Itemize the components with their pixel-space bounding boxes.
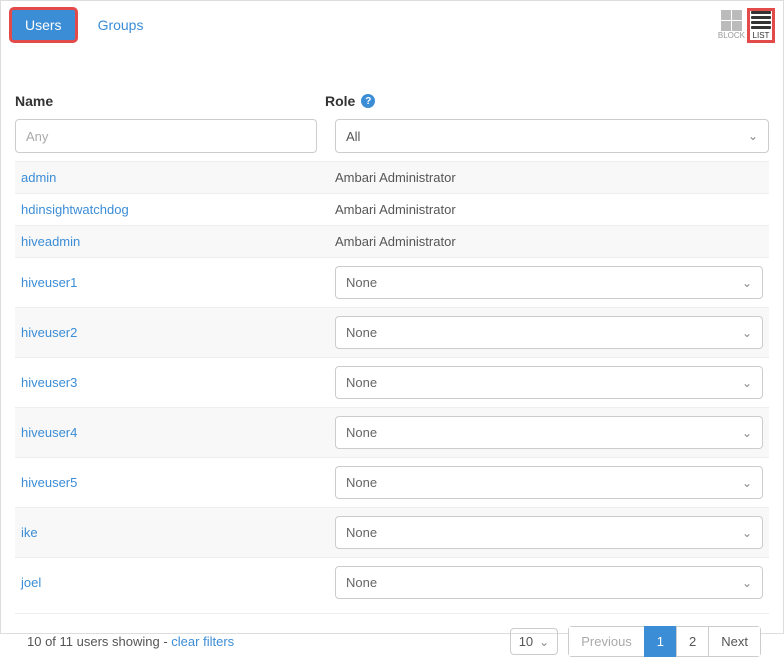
role-select[interactable]: None⌄ [335,316,763,349]
list-icon [751,11,771,31]
table-row: ikeNone⌄ [15,507,769,557]
role-text: Ambari Administrator [335,170,456,185]
user-link[interactable]: hiveuser3 [19,375,335,390]
chevron-down-icon: ⌄ [748,129,758,143]
column-header-name: Name [15,93,325,109]
pager-page-1[interactable]: 1 [644,626,677,657]
chevron-down-icon: ⌄ [742,376,752,390]
table-row: adminAmbari Administrator [15,161,769,193]
tab-groups[interactable]: Groups [84,9,158,41]
chevron-down-icon: ⌄ [742,576,752,590]
role-select[interactable]: None⌄ [335,266,763,299]
role-select[interactable]: None⌄ [335,566,763,599]
column-header-role: Role [325,93,355,109]
user-link[interactable]: hiveuser5 [19,475,335,490]
table-row: hiveuser3None⌄ [15,357,769,407]
user-link[interactable]: hiveuser2 [19,325,335,340]
pager-previous[interactable]: Previous [568,626,645,657]
role-select[interactable]: None⌄ [335,416,763,449]
filter-name-input[interactable] [15,119,317,153]
filter-role-select[interactable]: All ⌄ [335,119,769,153]
user-link[interactable]: hiveuser4 [19,425,335,440]
user-link[interactable]: hdinsightwatchdog [19,202,335,217]
clear-filters-link[interactable]: clear filters [171,634,234,649]
role-text: Ambari Administrator [335,202,456,217]
user-link[interactable]: hiveuser1 [19,275,335,290]
user-link[interactable]: ike [19,525,335,540]
tab-users[interactable]: Users [11,9,76,41]
table-row: hiveuser5None⌄ [15,457,769,507]
help-icon[interactable]: ? [361,94,375,108]
pager-page-2[interactable]: 2 [676,626,709,657]
pager-next[interactable]: Next [708,626,761,657]
chevron-down-icon: ⌄ [742,276,752,290]
chevron-down-icon: ⌄ [742,326,752,340]
role-select[interactable]: None⌄ [335,466,763,499]
chevron-down-icon: ⌄ [539,635,549,649]
user-link[interactable]: hiveadmin [19,234,335,249]
grid-icon [721,10,742,31]
footer-status: 10 of 11 users showing - clear filters [27,634,234,649]
user-link[interactable]: admin [19,170,335,185]
role-select[interactable]: None⌄ [335,366,763,399]
table-row: hiveuser4None⌄ [15,407,769,457]
table-row: hiveadminAmbari Administrator [15,225,769,257]
user-link[interactable]: joel [19,575,335,590]
table-row: hiveuser2None⌄ [15,307,769,357]
table-row: hdinsightwatchdogAmbari Administrator [15,193,769,225]
view-list-button[interactable]: LIST [749,10,773,41]
role-select[interactable]: None⌄ [335,516,763,549]
pagesize-select[interactable]: 10 ⌄ [510,628,559,655]
chevron-down-icon: ⌄ [742,426,752,440]
table-row: joelNone⌄ [15,557,769,607]
view-block-button[interactable]: BLOCK [716,9,747,41]
table-row: hiveuser1None⌄ [15,257,769,307]
chevron-down-icon: ⌄ [742,476,752,490]
role-text: Ambari Administrator [335,234,456,249]
chevron-down-icon: ⌄ [742,526,752,540]
